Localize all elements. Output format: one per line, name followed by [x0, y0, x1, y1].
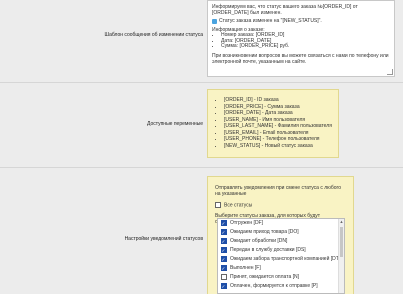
row-divider — [0, 167, 403, 168]
status-checkbox[interactable] — [221, 246, 227, 255]
all-statuses-option[interactable]: Все статусы — [215, 202, 346, 208]
scroll-up-icon[interactable]: ▲ — [339, 219, 344, 224]
notify-label: Настройки уведомлений статусов — [124, 236, 203, 242]
all-statuses-checkbox[interactable] — [215, 202, 221, 208]
status-checkbox[interactable] — [221, 282, 227, 291]
status-checkbox[interactable] — [221, 219, 227, 228]
status-item[interactable]: Ожидает обработки [DN] — [218, 237, 344, 246]
variables-list: [ORDER_ID] - ID заказа [ORDER_PRICE] - С… — [214, 97, 334, 149]
status-item[interactable]: Оплачен, формируется к отправке [P] — [218, 282, 344, 291]
variables-box: [ORDER_ID] - ID заказа [ORDER_PRICE] - С… — [207, 89, 339, 158]
variable-item: [USER_LAST_NAME] - Фамилия пользователя — [224, 123, 334, 130]
row-divider — [0, 82, 403, 83]
status-item[interactable]: Отгружен [DF] — [218, 219, 344, 228]
status-checkbox[interactable] — [221, 255, 227, 264]
template-label: Шаблон сообщения об изменении статуса — [104, 32, 203, 38]
notify-intro: Отправлять уведомления при смене статуса… — [215, 185, 342, 197]
editor-list-item: Сумма: [ORDER_PRICE] руб. — [221, 44, 390, 50]
status-checkbox[interactable] — [221, 273, 227, 280]
status-item[interactable]: Ожидаем забора транспортной компанией [D… — [218, 255, 344, 264]
variable-item: [USER_PHONE] - Телефон пользователя — [224, 136, 334, 143]
resize-handle[interactable] — [387, 69, 393, 75]
variables-label: Доступные переменные — [147, 121, 203, 127]
check-icon — [212, 18, 217, 24]
editor-order-list: Номер заказа: [ORDER_ID] Дата: [ORDER_DA… — [212, 32, 390, 50]
message-template-editor[interactable]: Информируем вас, что статус вашего заказ… — [207, 0, 395, 77]
status-checkbox[interactable] — [221, 264, 227, 273]
status-multiselect[interactable]: Отгружен [DF] Ожидаем приход товара [DO]… — [217, 218, 345, 294]
status-item[interactable]: Ожидаем приход товара [DO] — [218, 228, 344, 237]
scrollbar-thumb[interactable] — [340, 227, 343, 257]
status-checkbox[interactable] — [221, 228, 227, 237]
status-item[interactable]: Передан в службу доставки [DS] — [218, 246, 344, 255]
variable-item: [NEW_STATUS] - Новый статус заказа — [224, 143, 334, 150]
editor-paragraph-1: Информируем вас, что статус вашего заказ… — [212, 4, 358, 17]
status-item[interactable]: Выполнен [F] — [218, 264, 344, 273]
listbox-scrollbar[interactable]: ▲ — [338, 219, 344, 293]
editor-paragraph-4: При возникновении вопросов вы можете свя… — [212, 53, 389, 66]
editor-paragraph-2: Статус заказа изменен на "[NEW_STATUS]". — [212, 18, 390, 24]
status-item[interactable]: Принят, ожидается оплата [N] — [218, 273, 344, 282]
status-checkbox[interactable] — [221, 237, 227, 246]
